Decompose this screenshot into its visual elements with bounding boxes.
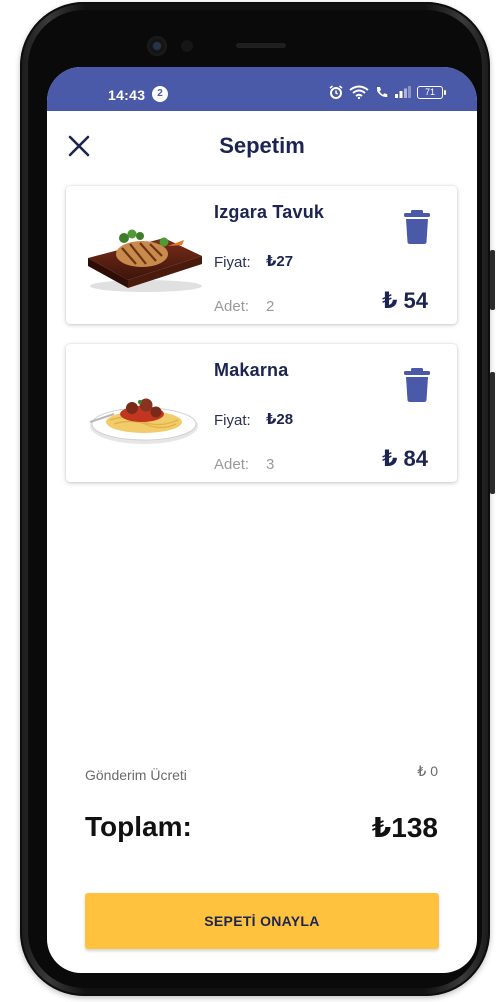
- price-label: Fiyat:: [214, 254, 251, 271]
- earpiece-speaker: [236, 43, 286, 48]
- shipping-value: ₺ 0: [417, 763, 438, 779]
- front-camera: [147, 36, 167, 56]
- item-price: ₺27: [266, 253, 294, 270]
- trash-icon[interactable]: [404, 368, 430, 402]
- cart-item: Makarna Fiyat: ₺28 Adet: 3 ₺ 84: [66, 344, 457, 482]
- call-icon: [377, 87, 388, 98]
- cart-item: Izgara Tavuk Fiyat: ₺27 Adet: 2 ₺ 54: [66, 186, 457, 324]
- total-label: Toplam:: [85, 811, 192, 842]
- confirm-cart-button[interactable]: SEPETİ ONAYLA: [85, 893, 439, 949]
- notification-badge: 2: [152, 86, 168, 102]
- grilled-chicken-image: [88, 229, 202, 292]
- alarm-icon: [329, 85, 343, 99]
- side-button: [490, 250, 495, 310]
- item-name: Makarna: [214, 360, 289, 380]
- app-screen: 14:43 2 71 Sepetim Izgara Tavuk Fiyat: ₺…: [47, 67, 477, 973]
- price-label: Fiyat:: [214, 412, 251, 429]
- page-title: Sepetim: [219, 133, 305, 158]
- item-total: ₺ 84: [382, 446, 428, 471]
- signal-icon: [395, 86, 411, 98]
- item-quantity: 3: [266, 456, 275, 473]
- shipping-label: Gönderim Ücreti: [85, 767, 187, 783]
- battery-icon: 71: [417, 85, 446, 99]
- item-name: Izgara Tavuk: [214, 202, 325, 222]
- camera-sensor: [181, 40, 193, 52]
- item-quantity: 2: [266, 298, 275, 315]
- status-icons: 71: [329, 85, 446, 99]
- total-value: ₺138: [371, 812, 438, 843]
- quantity-label: Adet:: [214, 456, 250, 473]
- status-bar: 14:43 2 71: [47, 67, 477, 111]
- spaghetti-image: [89, 398, 198, 444]
- status-time: 14:43: [108, 87, 146, 103]
- quantity-label: Adet:: [214, 298, 250, 315]
- header: Sepetim: [47, 111, 477, 177]
- item-price: ₺28: [266, 411, 294, 428]
- side-button: [490, 372, 495, 494]
- wifi-icon: [349, 85, 369, 99]
- item-total: ₺ 54: [382, 288, 428, 313]
- trash-icon[interactable]: [404, 210, 430, 244]
